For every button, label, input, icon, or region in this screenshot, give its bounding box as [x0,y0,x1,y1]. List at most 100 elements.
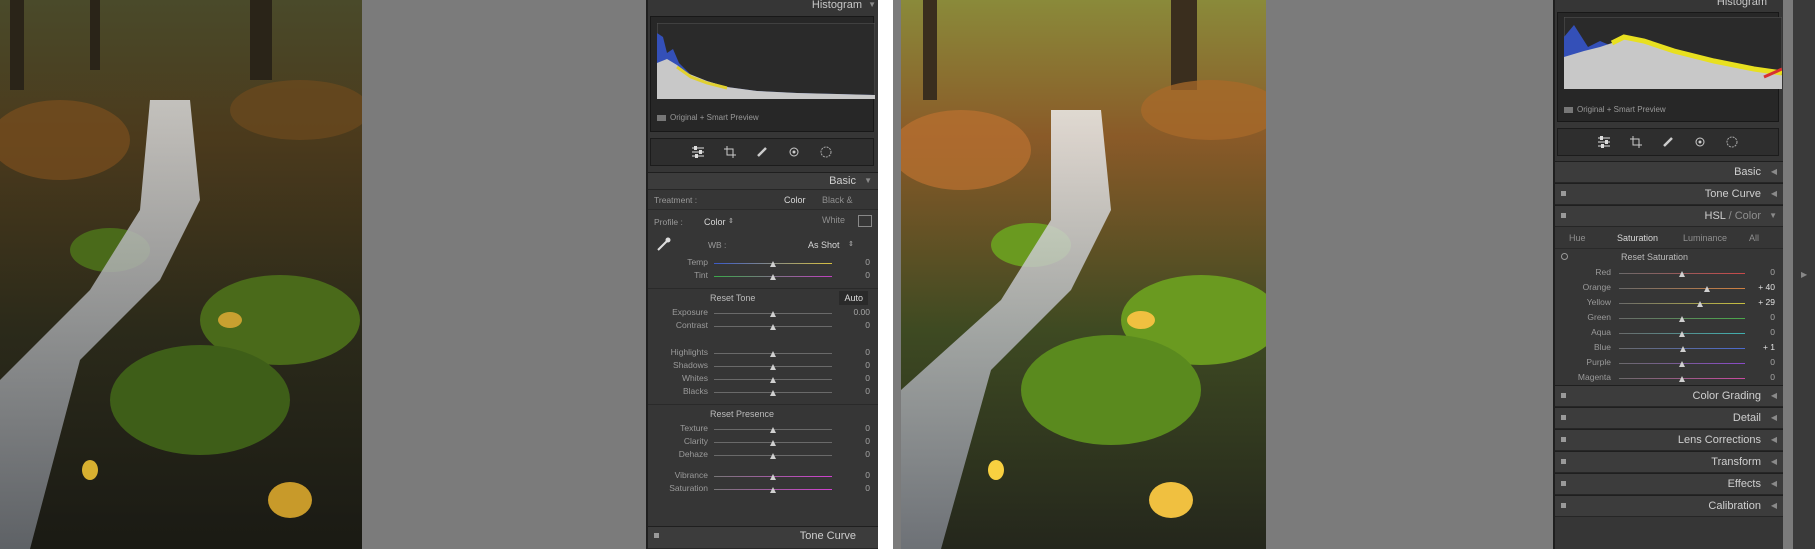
slider-thumb[interactable] [1679,345,1686,352]
toggle-switch-icon[interactable] [1561,503,1566,508]
slider-value[interactable]: 0 [865,448,870,461]
auto-button[interactable]: Auto [839,291,868,305]
slider-value[interactable]: + 40 [1758,280,1775,295]
slider-value[interactable]: 0 [1770,370,1775,385]
slider-thumb[interactable] [1679,375,1685,382]
healing-brush-icon[interactable] [1660,134,1676,150]
toggle-switch-icon[interactable] [1561,459,1566,464]
slider-thumb[interactable] [770,350,776,357]
toggle-switch-icon[interactable] [654,533,659,538]
histogram-header[interactable]: Histogram [1555,0,1783,8]
slider-value[interactable]: 0 [1770,355,1775,370]
detail-section-header[interactable]: Detail ◀ [1555,407,1783,429]
slider-thumb[interactable] [1697,300,1704,307]
hsl-tab[interactable]: HSL [1705,210,1726,222]
tool-strip [1557,128,1779,156]
edit-sliders-icon[interactable] [1596,134,1612,150]
toggle-switch-icon[interactable] [1561,481,1566,486]
hsl-tab-all[interactable]: All [1749,227,1759,249]
slider-thumb[interactable] [770,486,776,493]
lens-corrections-section-header[interactable]: Lens Corrections ◀ [1555,429,1783,451]
slider-thumb[interactable] [770,452,776,459]
slider-label: Aqua [1591,327,1611,337]
slider-value[interactable]: + 29 [1758,295,1775,310]
slider-value[interactable]: 0 [865,435,870,448]
reset-presence[interactable]: Reset Presence [648,404,878,422]
slider-thumb[interactable] [1679,315,1685,322]
slider-track[interactable] [1619,287,1745,289]
healing-brush-icon[interactable] [754,144,770,160]
slider-value[interactable]: 0.00 [853,306,870,319]
red-eye-icon[interactable] [786,144,802,160]
wb-select[interactable]: As Shot [808,234,840,256]
slider-value[interactable]: 0 [865,482,870,495]
masking-icon[interactable] [1724,134,1740,150]
crop-icon[interactable] [722,144,738,160]
tone-curve-section-header[interactable]: Tone Curve [648,526,878,549]
basic-section-header[interactable]: Basic ◀ [1555,161,1783,183]
toggle-switch-icon[interactable] [1561,213,1566,218]
toggle-switch-icon[interactable] [1561,191,1566,196]
slider-value[interactable]: 0 [865,372,870,385]
histogram-header[interactable]: Histogram ▼ [648,0,878,12]
slider-thumb[interactable] [770,273,776,280]
photo-before[interactable] [0,0,362,549]
slider-value[interactable]: 0 [865,269,870,282]
transform-section-header[interactable]: Transform ◀ [1555,451,1783,473]
slider-thumb[interactable] [1679,330,1685,337]
slider-thumb[interactable] [770,389,776,396]
photo-after[interactable] [901,0,1266,549]
slider-thumb[interactable] [1704,285,1711,292]
hsl-tab-hue[interactable]: Hue [1569,227,1586,249]
slider-value[interactable]: 0 [865,256,870,269]
smart-preview-status: Original + Smart Preview [657,113,759,122]
tone-curve-section-header[interactable]: Tone Curve ◀ [1555,183,1783,205]
slider-thumb[interactable] [770,473,776,480]
reset-saturation-label[interactable]: Reset Saturation [1621,249,1688,265]
panel-toggle-arrow-icon[interactable]: ▶ [1801,270,1807,279]
slider-thumb[interactable] [770,260,776,267]
hsl-section-header[interactable]: HSL / Color ▼ [1555,205,1783,227]
target-adjust-icon[interactable] [1561,253,1568,260]
red-eye-icon[interactable] [1692,134,1708,150]
expand-arrow-icon: ◀ [1770,391,1777,400]
slider-value[interactable]: 0 [865,359,870,372]
basic-section-header[interactable]: Basic ▼ [648,172,878,190]
slider-value[interactable]: 0 [1770,325,1775,340]
reset-tone[interactable]: Reset Tone Auto [648,288,878,306]
slider-value[interactable]: 0 [865,346,870,359]
effects-section-header[interactable]: Effects ◀ [1555,473,1783,495]
crop-icon[interactable] [1628,134,1644,150]
slider-value[interactable]: 0 [865,422,870,435]
color-grading-section-header[interactable]: Color Grading ◀ [1555,385,1783,407]
edit-sliders-icon[interactable] [690,144,706,160]
slider-thumb[interactable] [770,426,776,433]
toggle-switch-icon[interactable] [1561,415,1566,420]
masking-icon[interactable] [818,144,834,160]
profile-browser-icon[interactable] [858,215,872,227]
slider-track[interactable] [1619,302,1745,304]
toggle-switch-icon[interactable] [1561,393,1566,398]
hsl-tab-luminance[interactable]: Luminance [1683,227,1727,249]
slider-value[interactable]: + 1 [1763,340,1775,355]
slider-thumb[interactable] [770,363,776,370]
toggle-switch-icon[interactable] [1561,437,1566,442]
slider-thumb[interactable] [1679,360,1685,367]
slider-value[interactable]: 0 [1770,310,1775,325]
calibration-section-header[interactable]: Calibration ◀ [1555,495,1783,517]
profile-select[interactable]: Color [704,210,726,234]
slider-thumb[interactable] [770,376,776,383]
color-tab[interactable]: Color [1735,210,1761,222]
treatment-color-option[interactable]: Color [784,190,806,210]
slider-value[interactable]: 0 [865,319,870,332]
slider-value[interactable]: 0 [865,385,870,398]
slider-thumb[interactable] [770,323,776,330]
slider-thumb[interactable] [1679,270,1685,277]
slider-thumb[interactable] [770,439,776,446]
hsl-tab-saturation[interactable]: Saturation [1617,227,1658,249]
slider-thumb[interactable] [770,310,776,317]
slider-value[interactable]: 0 [1770,265,1775,280]
right-gutter: ▶ [1793,0,1815,549]
slider-value[interactable]: 0 [865,469,870,482]
slider-label: Exposure [672,307,708,317]
